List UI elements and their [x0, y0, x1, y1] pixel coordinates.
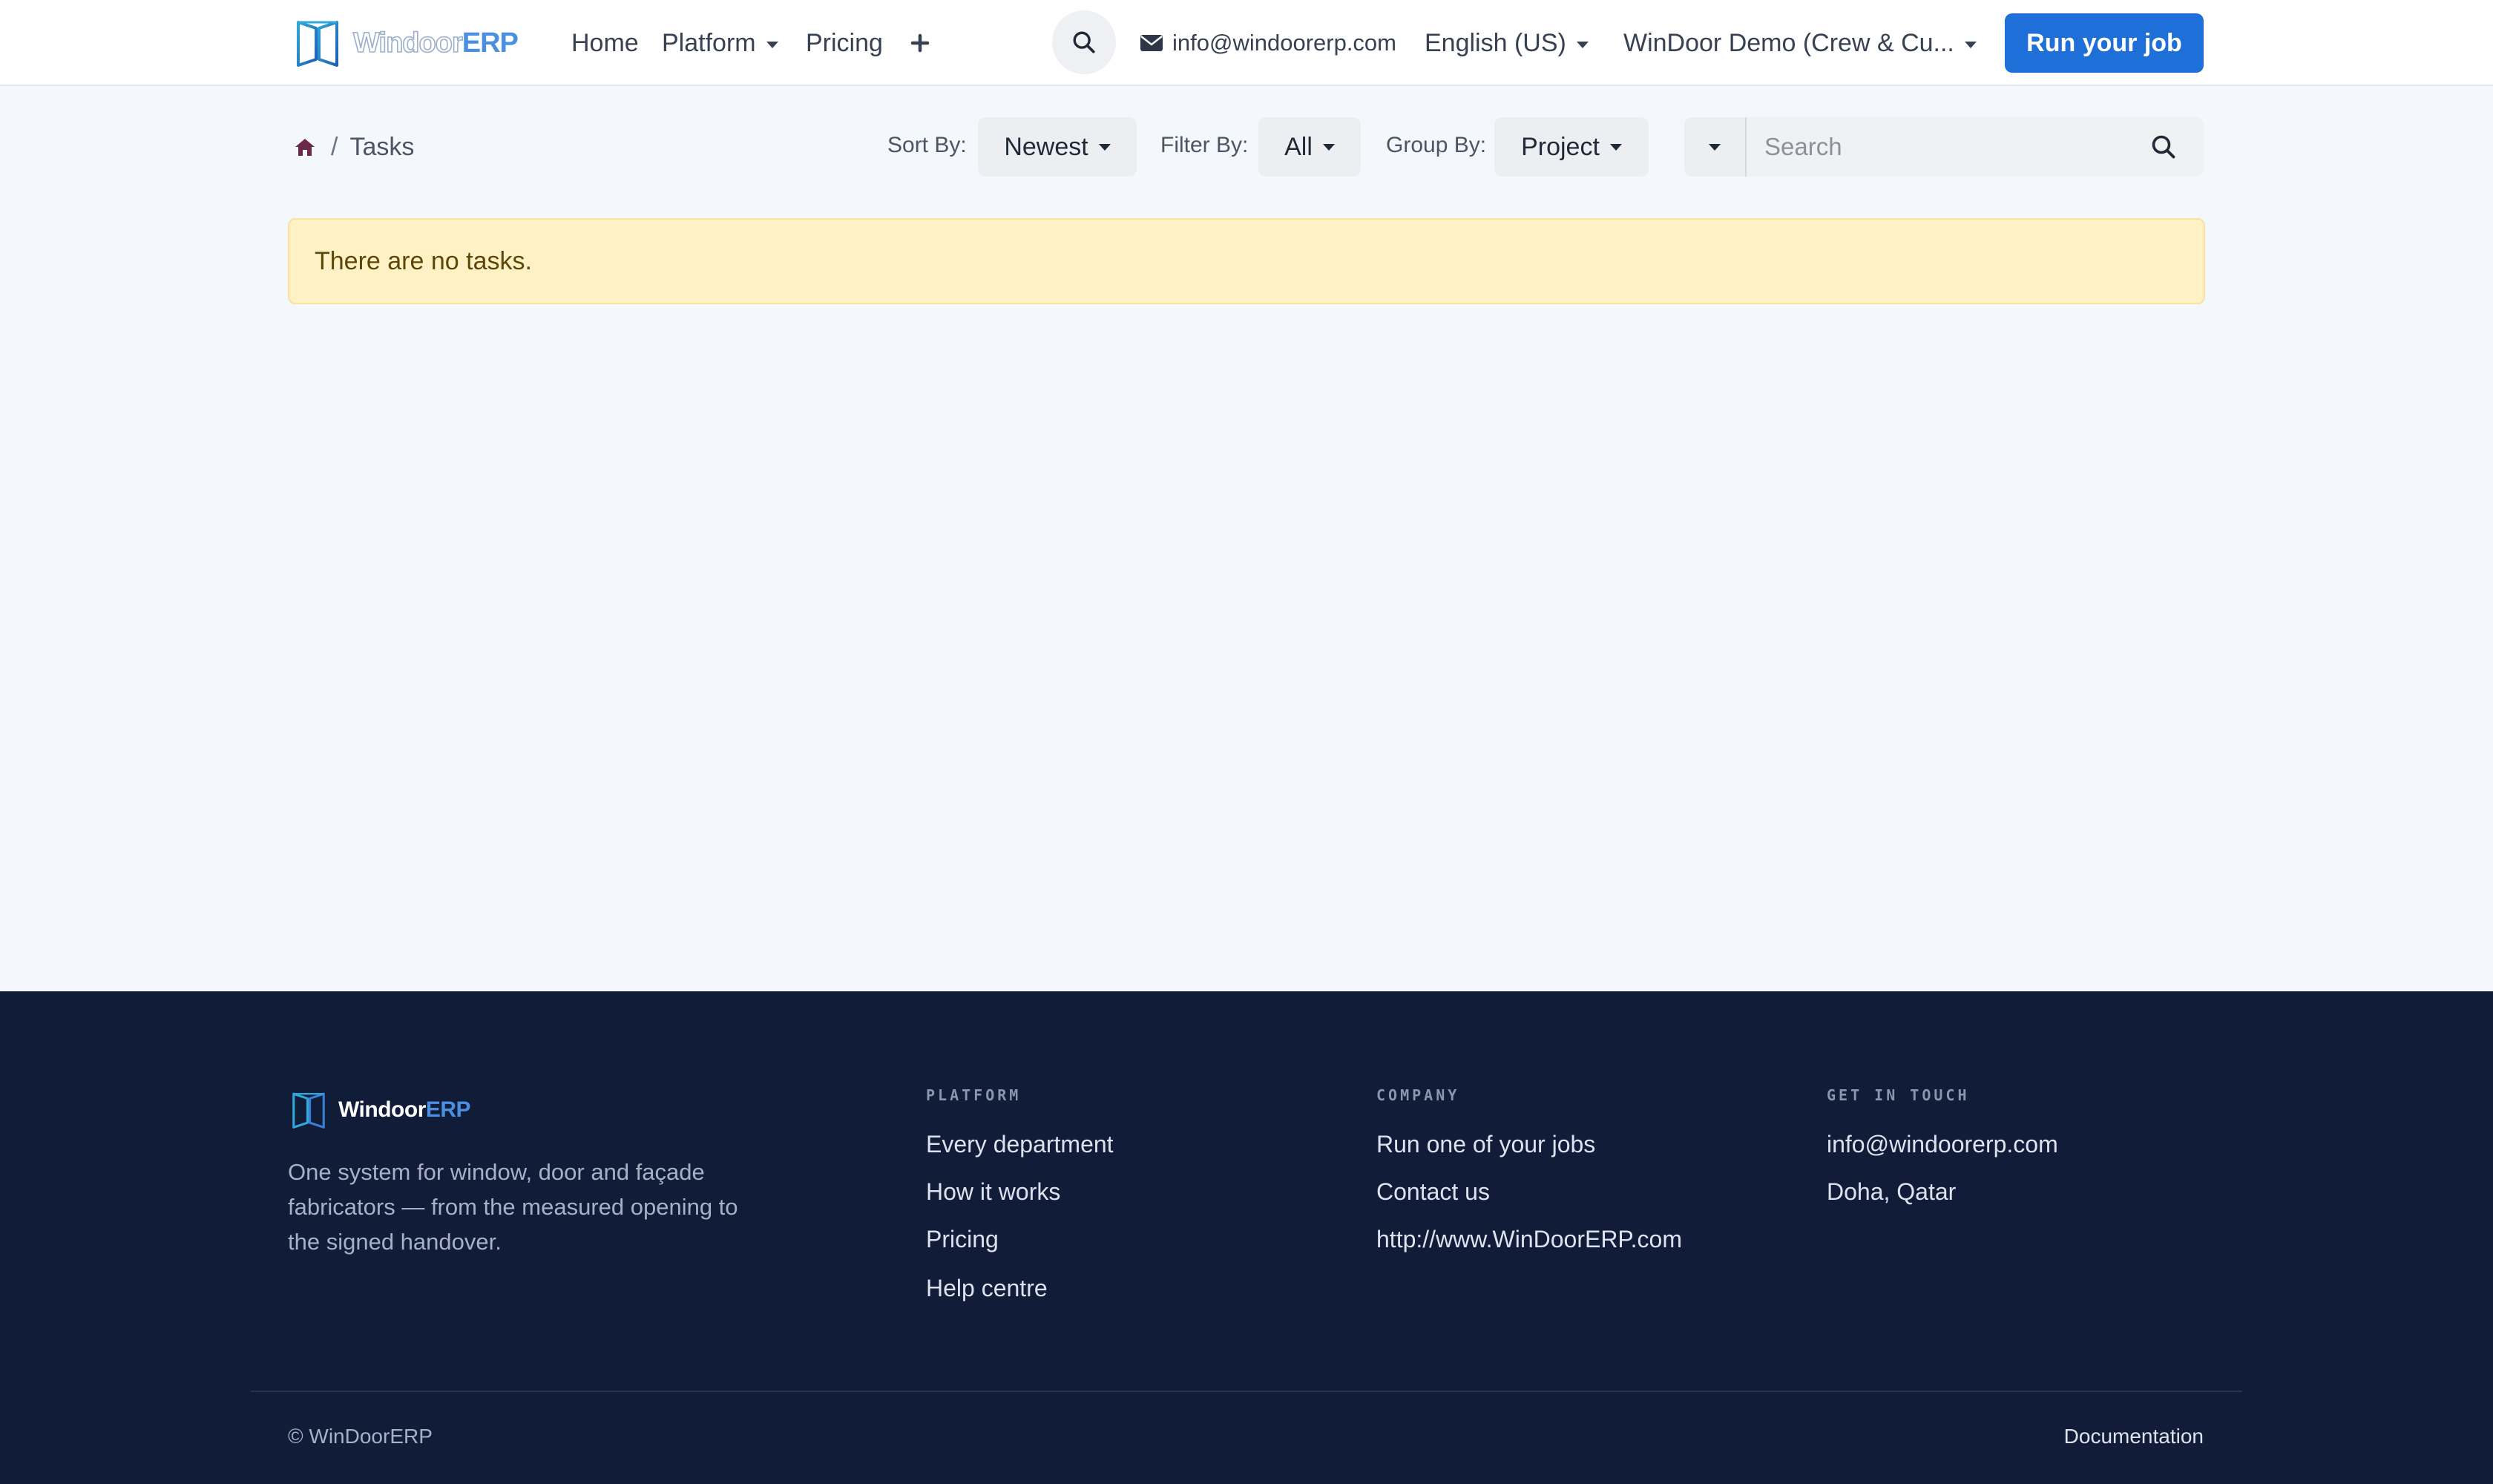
company-label: WinDoor Demo (Crew & Cu... — [1623, 29, 1954, 57]
footer-documentation-link[interactable]: Documentation — [2064, 1425, 2204, 1448]
footer-description: One system for window, door and façade f… — [288, 1159, 738, 1255]
filter-label: Filter By: — [1160, 133, 1249, 157]
nav-platform-dropdown[interactable]: Platform — [662, 25, 778, 61]
group-dropdown[interactable]: Project — [1494, 117, 1649, 177]
company-dropdown[interactable]: WinDoor Demo (Crew & Cu... — [1623, 25, 1977, 61]
nav-pricing[interactable]: Pricing — [806, 25, 883, 61]
logo-icon — [292, 1092, 325, 1129]
footer-logo[interactable]: WindoorERP — [289, 1088, 471, 1132]
search-input[interactable] — [1747, 117, 2204, 177]
alert-message: There are no tasks. — [315, 246, 532, 275]
footer-link[interactable]: How it works — [926, 1178, 1060, 1206]
header-search-button[interactable] — [1052, 10, 1116, 74]
search-icon — [2152, 135, 2175, 159]
footer-link[interactable]: Contact us — [1376, 1178, 1490, 1206]
language-dropdown[interactable]: English (US) — [1425, 25, 1589, 61]
search-icon — [1073, 31, 1095, 53]
run-your-job-button[interactable]: Run your job — [2005, 13, 2204, 73]
footer-heading-company: COMPANY — [1376, 1086, 1460, 1104]
empty-tasks-alert: There are no tasks. — [288, 218, 2205, 304]
footer-link[interactable]: info@windoorerp.com — [1827, 1131, 2058, 1158]
caret-down-icon — [1576, 41, 1589, 48]
logo-wordmark: WindoorERP — [352, 27, 519, 59]
footer-link[interactable]: Every department — [926, 1131, 1114, 1158]
header-email-text: info@windoorerp.com — [1172, 30, 1396, 56]
breadcrumb-separator: / — [331, 132, 338, 161]
group-label: Group By: — [1386, 133, 1487, 157]
search-group — [1684, 117, 2204, 177]
logo-icon — [297, 21, 338, 67]
header-email-link[interactable]: info@windoorerp.com — [1140, 25, 1396, 61]
footer-divider — [251, 1391, 2242, 1392]
footer-link: Doha, Qatar — [1827, 1178, 1957, 1205]
home-icon[interactable] — [294, 137, 316, 157]
caret-down-icon — [766, 41, 778, 48]
footer-link[interactable]: http://www.WinDoorERP.com — [1376, 1226, 1682, 1253]
filter-dropdown[interactable]: All — [1258, 117, 1361, 177]
footer-link[interactable]: Pricing — [926, 1226, 999, 1253]
sort-dropdown[interactable]: Newest — [978, 117, 1137, 177]
nav-home[interactable]: Home — [571, 25, 639, 61]
caret-down-icon — [1098, 143, 1111, 151]
brand-logo[interactable]: WindoorERP — [294, 16, 524, 70]
language-label: English (US) — [1425, 29, 1566, 57]
breadcrumb: / Tasks — [294, 129, 414, 165]
search-submit-button[interactable] — [2147, 131, 2180, 163]
plus-icon[interactable] — [905, 25, 935, 61]
footer-copyright: © WinDoorERP — [288, 1425, 433, 1448]
breadcrumb-current: Tasks — [349, 132, 415, 161]
search-scope-dropdown[interactable] — [1684, 117, 1747, 177]
footer-heading-contact: GET IN TOUCH — [1827, 1086, 1970, 1104]
sort-value: Newest — [1004, 132, 1088, 161]
footer-link[interactable]: Run one of your jobs — [1376, 1131, 1595, 1158]
footer-heading-platform: PLATFORM — [926, 1086, 1022, 1104]
nav-platform-label: Platform — [662, 29, 756, 57]
footer-logo-wordmark: WindoorERP — [338, 1097, 471, 1122]
caret-down-icon — [1609, 143, 1622, 151]
caret-down-icon — [1322, 143, 1335, 151]
footer-link[interactable]: Help centre — [926, 1275, 1048, 1302]
caret-down-icon — [1709, 143, 1721, 151]
caret-down-icon — [1964, 41, 1977, 48]
filter-value: All — [1284, 132, 1313, 161]
envelope-icon — [1140, 35, 1163, 51]
group-value: Project — [1521, 132, 1600, 161]
sort-label: Sort By: — [887, 133, 967, 157]
